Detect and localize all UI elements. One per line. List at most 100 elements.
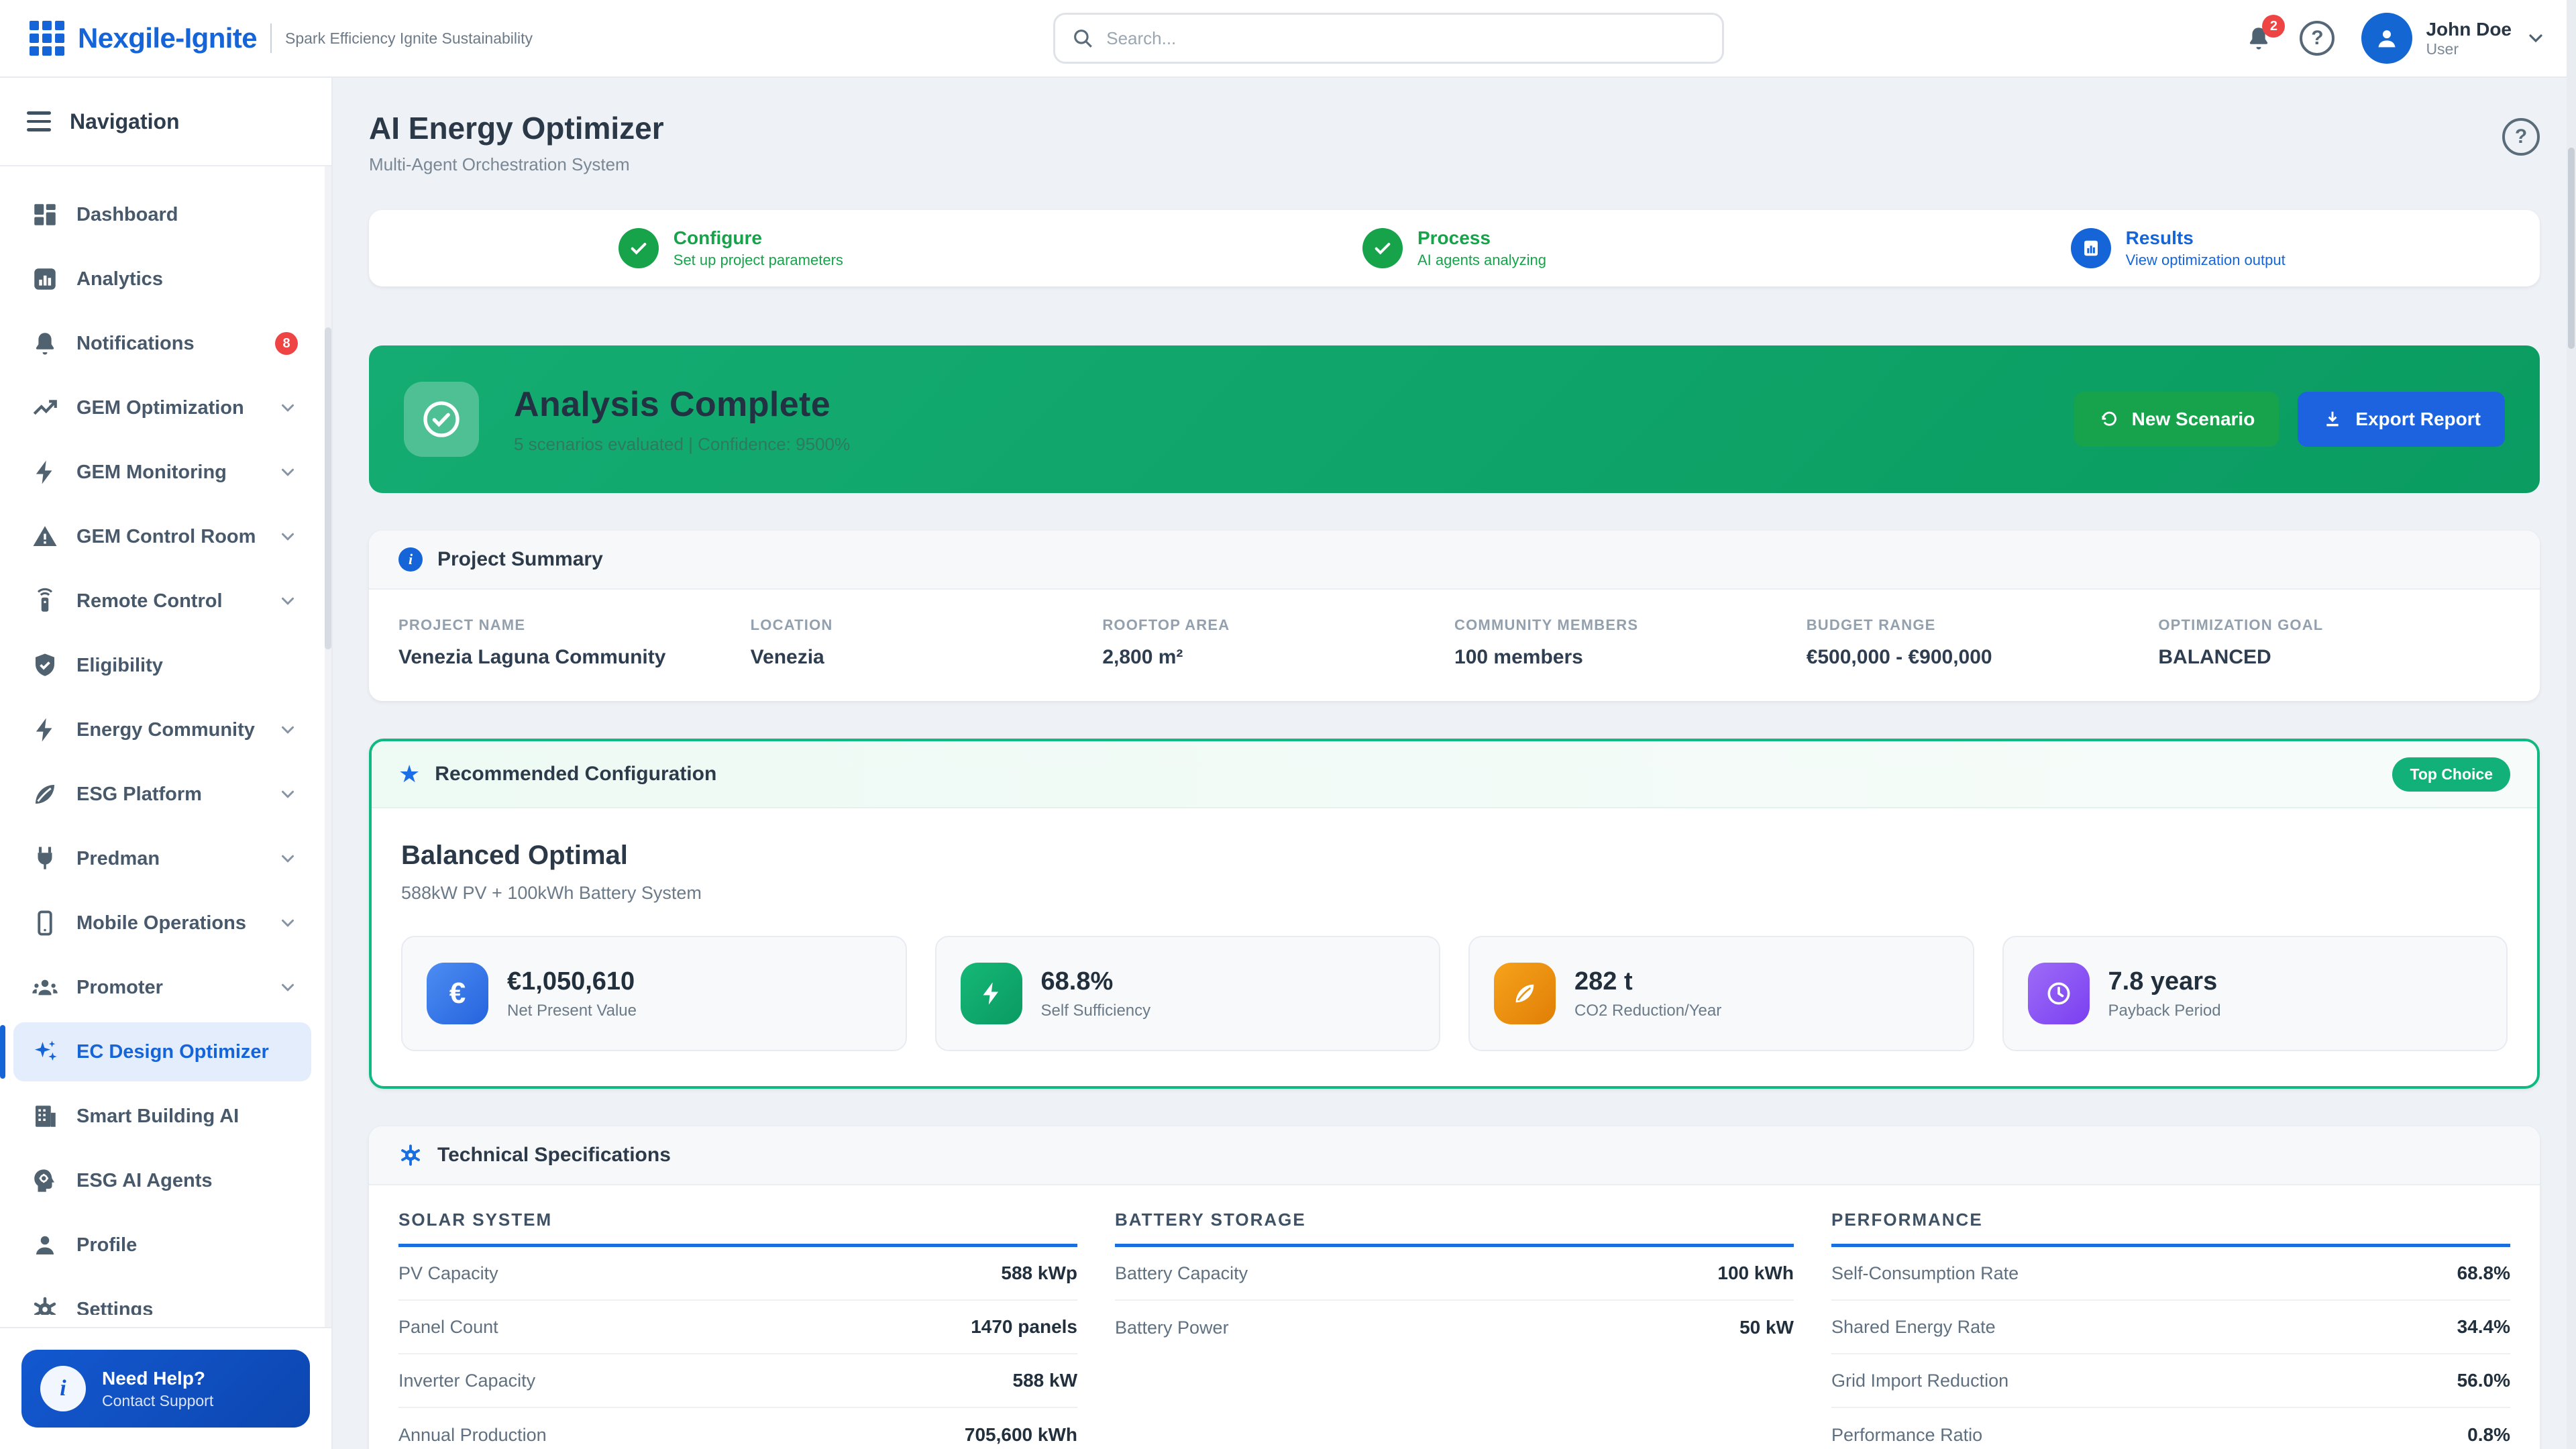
bell-icon (31, 329, 59, 358)
summary-field-rooftop-area: ROOFTOP AREA 2,800 m² (1102, 616, 1230, 668)
building-icon (31, 1102, 59, 1130)
clock-icon (2027, 963, 2090, 1024)
shield-check-icon (31, 651, 59, 680)
sidebar-item-smart-building-ai[interactable]: Smart Building AI (13, 1087, 311, 1146)
brand: Nexgile-Ignite Spark Efficiency Ignite S… (30, 21, 533, 56)
sidebar-item-dashboard[interactable]: Dashboard (13, 185, 311, 244)
search-icon (1074, 30, 1093, 48)
user-icon (31, 1231, 59, 1259)
leaf-icon (31, 780, 59, 808)
summary-field-budget-range: BUDGET RANGE €500,000 - €900,000 (1806, 616, 1992, 668)
spec-row: Annual Production 705,600 kWh (398, 1424, 1077, 1445)
chevron-down-icon (278, 527, 298, 547)
window-scrollbar-thumb[interactable] (2568, 148, 2575, 349)
top-choice-badge: Top Choice (2392, 757, 2510, 792)
euro-icon: € (427, 963, 488, 1024)
spec-row: Battery Capacity 100 kWh (1115, 1247, 1794, 1301)
zap-icon (31, 458, 59, 486)
user-menu[interactable]: John Doe User (2361, 13, 2546, 64)
new-scenario-button[interactable]: New Scenario (2074, 392, 2279, 447)
sidebar-item-analytics[interactable]: Analytics (13, 250, 311, 309)
sidebar-list: Dashboard Analytics Notifications 8 GEM … (0, 166, 325, 1315)
sidebar: Navigation Dashboard Analytics Notificat… (0, 78, 333, 1449)
sidebar-item-gem-optimization[interactable]: GEM Optimization (13, 378, 311, 437)
search-box[interactable] (1053, 13, 1725, 64)
sidebar-item-gem-monitoring[interactable]: GEM Monitoring (13, 443, 311, 502)
sidebar-item-ec-design-optimizer[interactable]: EC Design Optimizer (0, 1022, 311, 1081)
sidebar-scrollbar[interactable] (325, 166, 331, 1449)
sidebar-item-eligibility[interactable]: Eligibility (13, 636, 311, 695)
summary-field-location: LOCATION Venezia (750, 616, 833, 668)
sidebar-item-energy-community[interactable]: Energy Community (13, 700, 311, 759)
brand-name: Nexgile-Ignite (78, 22, 258, 54)
sidebar-item-settings[interactable]: Settings (13, 1280, 311, 1315)
step-results[interactable]: Results View optimization output (1816, 227, 2540, 269)
sidebar-item-predman[interactable]: Predman (13, 829, 311, 888)
workflow-stepper: Configure Set up project parameters Proc… (369, 210, 2540, 286)
banner-subtitle: 5 scenarios evaluated | Confidence: 9500… (514, 433, 851, 454)
info-icon: i (40, 1366, 86, 1411)
sidebar-scrollbar-thumb[interactable] (325, 327, 331, 649)
chevron-down-icon (278, 784, 298, 804)
sidebar-item-gem-control-room[interactable]: GEM Control Room (13, 507, 311, 566)
spec-row: Panel Count 1470 panels (398, 1301, 1077, 1354)
chevron-down-icon (278, 913, 298, 933)
summary-field-community-members: COMMUNITY MEMBERS 100 members (1454, 616, 1639, 668)
sidebar-item-promoter[interactable]: Promoter (13, 958, 311, 1017)
configuration-description: 588kW PV + 100kWh Battery System (401, 883, 702, 903)
notifications-bell[interactable]: 2 (2245, 15, 2286, 52)
refresh-icon (2102, 411, 2116, 426)
remote-icon (31, 587, 59, 615)
configuration-name: Balanced Optimal (401, 841, 628, 870)
user-name: John Doe (2426, 18, 2512, 40)
sidebar-item-esg-ai-agents[interactable]: ESG AI Agents (13, 1151, 311, 1210)
help-card-subtitle: Contact Support (102, 1391, 214, 1409)
smartphone-icon (31, 909, 59, 937)
sidebar-item-esg-platform[interactable]: ESG Platform (13, 765, 311, 824)
metric-self-sufficiency: 68.8% Self Sufficiency (934, 936, 1440, 1051)
spec-row: Self-Consumption Rate 68.8% (1831, 1247, 2510, 1301)
summary-field-optimization-goal: OPTIMIZATION GOAL BALANCED (2158, 616, 2324, 668)
dashboard-icon (31, 201, 59, 229)
metric-payback-period: 7.8 years Payback Period (2002, 936, 2508, 1051)
window-scrollbar[interactable] (2567, 0, 2576, 1449)
user-icon (2378, 30, 2396, 48)
plug-icon (31, 845, 59, 873)
sidebar-item-profile[interactable]: Profile (13, 1216, 311, 1275)
chevron-down-icon (278, 720, 298, 740)
sidebar-item-notifications[interactable]: Notifications 8 (13, 314, 311, 373)
chevron-down-icon (278, 977, 298, 998)
step-process[interactable]: Process AI agents analyzing (1093, 227, 1817, 269)
metric-co2-reduction: 282 t CO2 Reduction/Year (1468, 936, 1974, 1051)
chevron-down-icon (278, 849, 298, 869)
spec-column-performance: PERFORMANCE Self-Consumption Rate 68.8% S… (1831, 1210, 2510, 1449)
spec-column-battery-storage: BATTERY STORAGE Battery Capacity 100 kWh … (1115, 1210, 1794, 1449)
avatar (2361, 13, 2413, 64)
search-input[interactable] (1106, 28, 1707, 49)
tech-specs-title: Technical Specifications (437, 1144, 671, 1166)
download-icon (2326, 411, 2339, 427)
analytics-icon (31, 265, 59, 293)
gear-icon (398, 1143, 423, 1167)
chevron-down-icon (278, 398, 298, 418)
brand-logo-icon (30, 21, 64, 56)
spec-column-solar-system: SOLAR SYSTEM PV Capacity 588 kWp Panel Co… (398, 1210, 1077, 1449)
help-icon[interactable]: ? (2300, 21, 2335, 56)
need-help-card[interactable]: i Need Help? Contact Support (21, 1350, 310, 1428)
spec-row: PV Capacity 588 kWp (398, 1247, 1077, 1301)
notifications-badge: 8 (275, 332, 298, 355)
menu-toggle-icon[interactable] (27, 107, 51, 136)
banner-title: Analysis Complete (514, 384, 831, 424)
notification-count-badge: 2 (2262, 15, 2286, 38)
sidebar-item-mobile-operations[interactable]: Mobile Operations (13, 894, 311, 953)
export-report-button[interactable]: Export Report (2298, 392, 2505, 447)
sidebar-item-remote-control[interactable]: Remote Control (13, 572, 311, 631)
sparkles-icon (31, 1038, 59, 1066)
project-summary-card: i Project Summary PROJECT NAME Venezia L… (369, 531, 2540, 701)
step-configure[interactable]: Configure Set up project parameters (369, 227, 1093, 269)
brand-separator (270, 23, 272, 53)
page-help-icon[interactable]: ? (2502, 118, 2540, 156)
chevron-down-icon (2529, 34, 2542, 43)
user-role: User (2426, 40, 2459, 58)
check-icon (1362, 228, 1403, 268)
